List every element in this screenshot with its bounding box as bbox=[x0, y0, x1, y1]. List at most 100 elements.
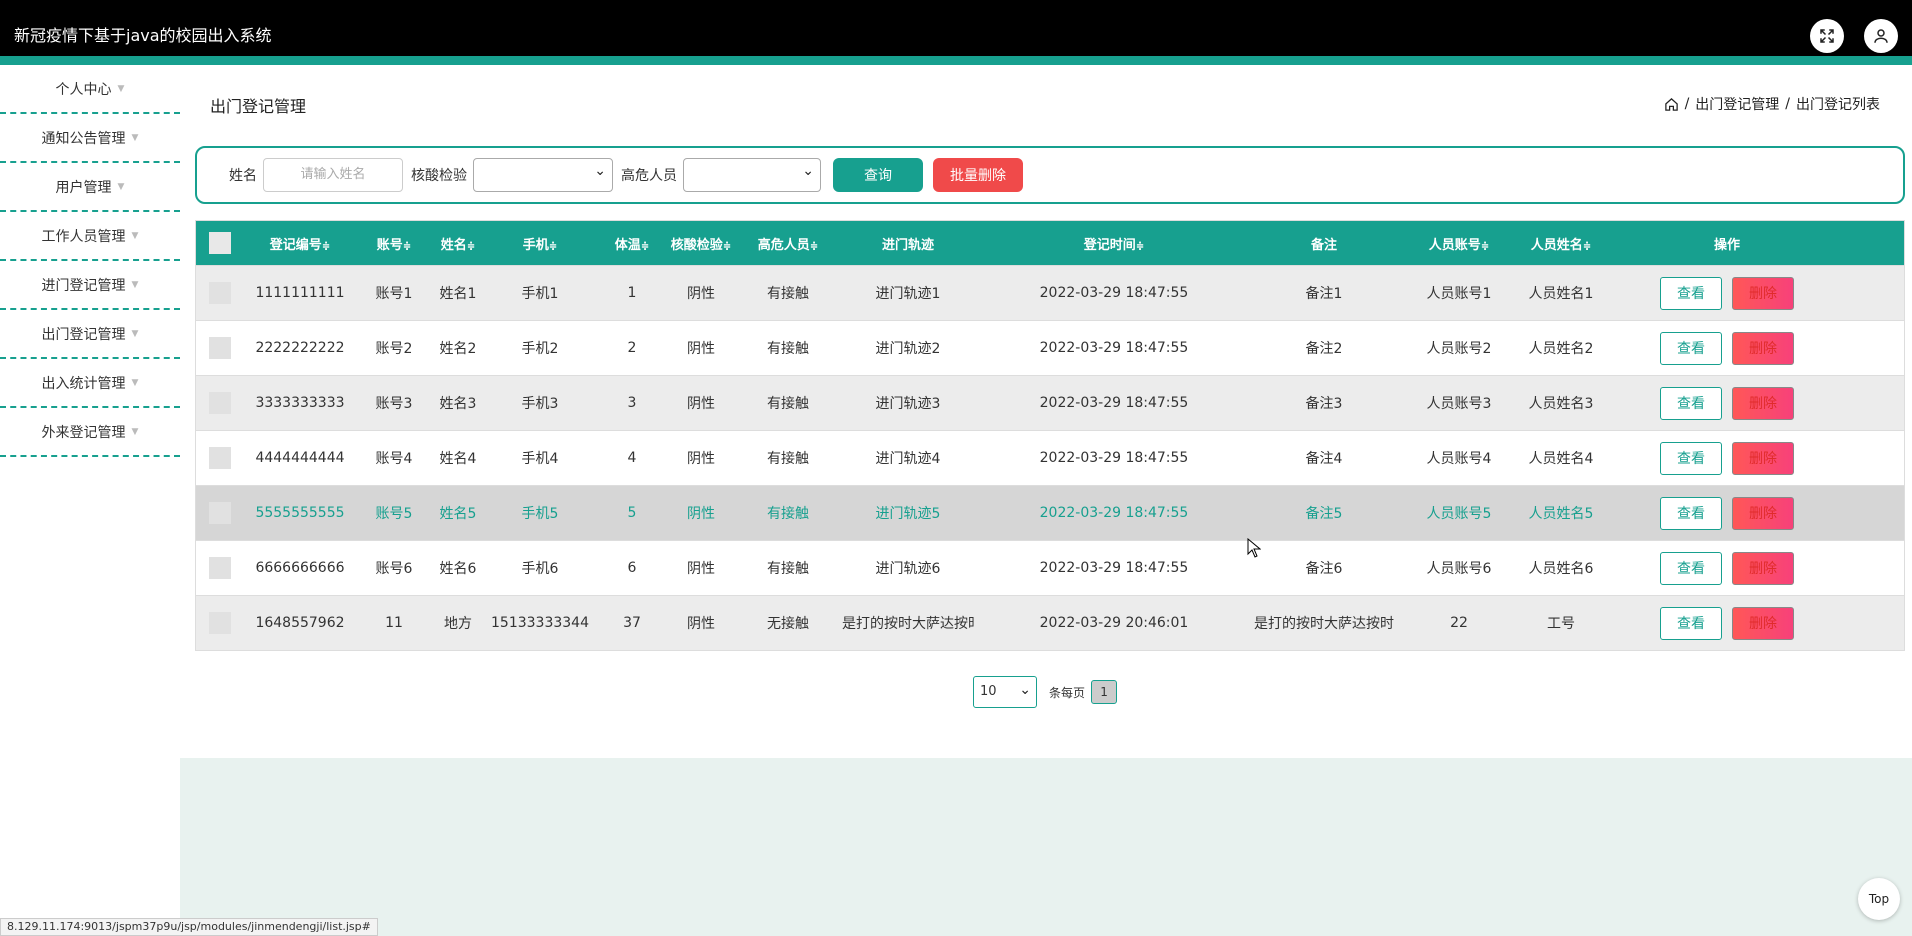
cell-nucleic: 阴性 bbox=[687, 341, 715, 357]
column-header[interactable]: 登记编号≑ bbox=[244, 234, 356, 253]
view-button[interactable]: 查看 bbox=[1660, 441, 1722, 475]
view-button[interactable]: 查看 bbox=[1660, 551, 1722, 585]
back-to-top-button[interactable]: Top bbox=[1858, 878, 1900, 920]
sidebar-item-label: 出门登记管理 bbox=[41, 326, 126, 343]
sidebar-item[interactable]: 工作人员管理 ▼ bbox=[0, 212, 180, 261]
breadcrumb-separator: / bbox=[1684, 96, 1690, 112]
row-checkbox[interactable] bbox=[209, 557, 231, 579]
cell-temp: 37 bbox=[623, 615, 641, 631]
column-header-label: 高危人员 bbox=[757, 237, 810, 253]
sidebar-item[interactable]: 出入统计管理 ▼ bbox=[0, 359, 180, 408]
sidebar-item[interactable]: 出门登记管理 ▼ bbox=[0, 310, 180, 359]
page-size-select[interactable]: 10 bbox=[973, 675, 1037, 708]
page-number-button[interactable]: 1 bbox=[1091, 680, 1118, 704]
column-header-label: 备注 bbox=[1310, 237, 1337, 253]
cell-staff-name: 人员姓名4 bbox=[1528, 451, 1594, 467]
per-page-label: 条每页 bbox=[1049, 685, 1086, 700]
cell-actions: 查看 删除 bbox=[1598, 386, 1856, 420]
view-button[interactable]: 查看 bbox=[1660, 276, 1722, 310]
fullscreen-icon[interactable] bbox=[1810, 19, 1844, 53]
cell-track: 进门轨迹1 bbox=[875, 286, 941, 302]
cell-nucleic: 阴性 bbox=[687, 506, 715, 522]
delete-button[interactable]: 删除 bbox=[1732, 441, 1794, 475]
row-checkbox[interactable] bbox=[209, 447, 231, 469]
cell-phone: 手机4 bbox=[521, 451, 559, 467]
sort-icon[interactable]: ≑ bbox=[403, 241, 411, 252]
cell-note: 备注2 bbox=[1305, 341, 1343, 357]
cell-id: 5555555555 bbox=[255, 505, 345, 521]
row-checkbox[interactable] bbox=[209, 282, 231, 304]
app-title: 新冠疫情下基于java的校园出入系统 bbox=[14, 26, 272, 45]
sort-icon[interactable]: ≑ bbox=[723, 241, 731, 252]
view-button[interactable]: 查看 bbox=[1660, 386, 1722, 420]
row-checkbox[interactable] bbox=[209, 392, 231, 414]
sidebar-item[interactable]: 通知公告管理 ▼ bbox=[0, 114, 180, 163]
delete-button[interactable]: 删除 bbox=[1732, 496, 1794, 530]
delete-button[interactable]: 删除 bbox=[1732, 331, 1794, 365]
sort-icon[interactable]: ≑ bbox=[549, 241, 557, 252]
cell-name: 姓名1 bbox=[439, 286, 477, 302]
sort-icon[interactable]: ≑ bbox=[1136, 241, 1144, 252]
cell-temp: 6 bbox=[627, 560, 637, 576]
sidebar-item[interactable]: 用户管理 ▼ bbox=[0, 163, 180, 212]
sort-icon[interactable]: ≑ bbox=[641, 241, 649, 252]
cell-staff-name: 人员姓名5 bbox=[1528, 506, 1594, 522]
row-checkbox[interactable] bbox=[209, 612, 231, 634]
delete-button[interactable]: 删除 bbox=[1732, 606, 1794, 640]
sort-icon[interactable]: ≑ bbox=[810, 241, 818, 252]
breadcrumb-level1[interactable]: 出门登记管理 bbox=[1695, 94, 1779, 114]
cell-note: 备注4 bbox=[1305, 451, 1343, 467]
sort-icon[interactable]: ≑ bbox=[322, 241, 330, 252]
cell-account: 账号1 bbox=[375, 286, 413, 302]
column-header[interactable]: 人员姓名≑ bbox=[1524, 234, 1598, 253]
cell-temp: 4 bbox=[627, 450, 637, 466]
cell-actions: 查看 删除 bbox=[1598, 276, 1856, 310]
column-header[interactable]: 姓名≑ bbox=[432, 234, 484, 253]
delete-button[interactable]: 删除 bbox=[1732, 551, 1794, 585]
sort-icon[interactable]: ≑ bbox=[467, 241, 475, 252]
column-header[interactable]: 手机≑ bbox=[484, 234, 596, 253]
sort-icon[interactable]: ≑ bbox=[1583, 241, 1591, 252]
cell-account: 11 bbox=[385, 615, 403, 631]
cell-phone: 手机1 bbox=[521, 286, 559, 302]
delete-button[interactable]: 删除 bbox=[1732, 386, 1794, 420]
column-header[interactable]: 核酸检验≑ bbox=[668, 234, 734, 253]
delete-button[interactable]: 删除 bbox=[1732, 276, 1794, 310]
row-checkbox-cell bbox=[196, 337, 244, 359]
user-icon[interactable] bbox=[1864, 19, 1898, 53]
sort-icon[interactable]: ≑ bbox=[1481, 241, 1489, 252]
cell-track: 进门轨迹3 bbox=[875, 396, 941, 412]
view-button[interactable]: 查看 bbox=[1660, 606, 1722, 640]
cell-risk: 有接触 bbox=[767, 396, 809, 412]
risk-select[interactable] bbox=[683, 158, 821, 192]
name-search-input[interactable]: 请输入姓名 bbox=[263, 158, 403, 192]
column-header[interactable]: 高危人员≑ bbox=[734, 234, 842, 253]
sidebar-item[interactable]: 进门登记管理 ▼ bbox=[0, 261, 180, 310]
table-row: 4444444444 账号4 姓名4 手机4 4 阴性 有接触 进门轨迹4 2022-03-29… bbox=[196, 430, 1904, 485]
column-header[interactable]: 账号≑ bbox=[356, 234, 432, 253]
cell-time: 2022-03-29 18:47:55 bbox=[1039, 450, 1189, 466]
column-header-label: 登记编号 bbox=[269, 237, 322, 253]
view-button[interactable]: 查看 bbox=[1660, 496, 1722, 530]
column-header[interactable]: 登记时间≑ bbox=[974, 234, 1254, 253]
sidebar-item[interactable]: 外来登记管理 ▼ bbox=[0, 408, 180, 457]
column-header[interactable]: 体温≑ bbox=[596, 234, 668, 253]
cell-nucleic: 阴性 bbox=[687, 616, 715, 632]
sidebar-item[interactable]: 个人中心 ▼ bbox=[0, 65, 180, 114]
cell-staff-account: 人员账号5 bbox=[1426, 506, 1492, 522]
name-label: 姓名 bbox=[229, 168, 257, 184]
column-header[interactable]: 人员账号≑ bbox=[1394, 234, 1524, 253]
cell-name: 姓名6 bbox=[439, 561, 477, 577]
cell-id: 6666666666 bbox=[255, 560, 345, 576]
view-button[interactable]: 查看 bbox=[1660, 331, 1722, 365]
home-icon[interactable] bbox=[1664, 97, 1679, 112]
cell-id: 2222222222 bbox=[255, 340, 345, 356]
row-checkbox[interactable] bbox=[209, 337, 231, 359]
nucleic-select[interactable] bbox=[473, 158, 613, 192]
select-all-checkbox[interactable] bbox=[209, 232, 231, 254]
query-button[interactable]: 查询 bbox=[833, 158, 923, 192]
cell-risk: 有接触 bbox=[767, 561, 809, 577]
row-checkbox[interactable] bbox=[209, 502, 231, 524]
table-row: 1648557962 11 地方 15133333344 37 阴性 无接触 是打的按时大萨达… bbox=[196, 595, 1904, 650]
bulk-delete-button[interactable]: 批量删除 bbox=[933, 158, 1023, 192]
